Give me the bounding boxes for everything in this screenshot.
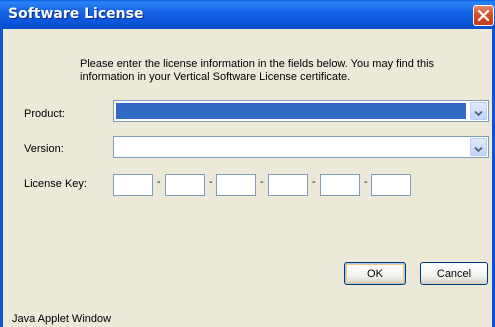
applet-window-label: Java Applet Window	[12, 313, 112, 325]
product-label: Product:	[24, 108, 65, 120]
software-license-dialog: Software License Please enter the licens…	[0, 0, 495, 327]
license-key-separator: -	[157, 176, 161, 188]
license-key-segment-6[interactable]	[371, 174, 411, 196]
version-dropdown[interactable]	[113, 136, 489, 158]
version-dropdown-arrow[interactable]	[470, 138, 487, 156]
chevron-down-icon	[474, 102, 483, 121]
window-frame-left	[0, 29, 3, 327]
close-icon	[478, 10, 489, 21]
ok-button[interactable]: OK	[344, 262, 406, 285]
license-key-segment-2[interactable]	[165, 174, 205, 196]
license-key-separator: -	[209, 176, 213, 188]
version-label: Version:	[24, 143, 64, 155]
license-key-segment-5[interactable]	[320, 174, 360, 196]
product-selected-value	[116, 103, 466, 119]
license-key-segment-3[interactable]	[216, 174, 256, 196]
version-selected-value	[116, 139, 466, 155]
cancel-button[interactable]: Cancel	[420, 262, 488, 285]
license-key-separator: -	[364, 176, 368, 188]
instructions-text: Please enter the license information in …	[80, 58, 435, 83]
license-key-segment-4[interactable]	[268, 174, 308, 196]
close-button[interactable]	[473, 5, 494, 26]
title-bar[interactable]: Software License	[0, 0, 495, 29]
product-dropdown[interactable]	[113, 100, 489, 122]
license-key-separator: -	[260, 176, 264, 188]
license-key-segment-1[interactable]	[113, 174, 153, 196]
license-key-label: License Key:	[24, 178, 87, 190]
window-title: Software License	[8, 6, 144, 22]
product-dropdown-arrow[interactable]	[470, 102, 487, 120]
chevron-down-icon	[474, 138, 483, 157]
license-key-separator: -	[312, 176, 316, 188]
